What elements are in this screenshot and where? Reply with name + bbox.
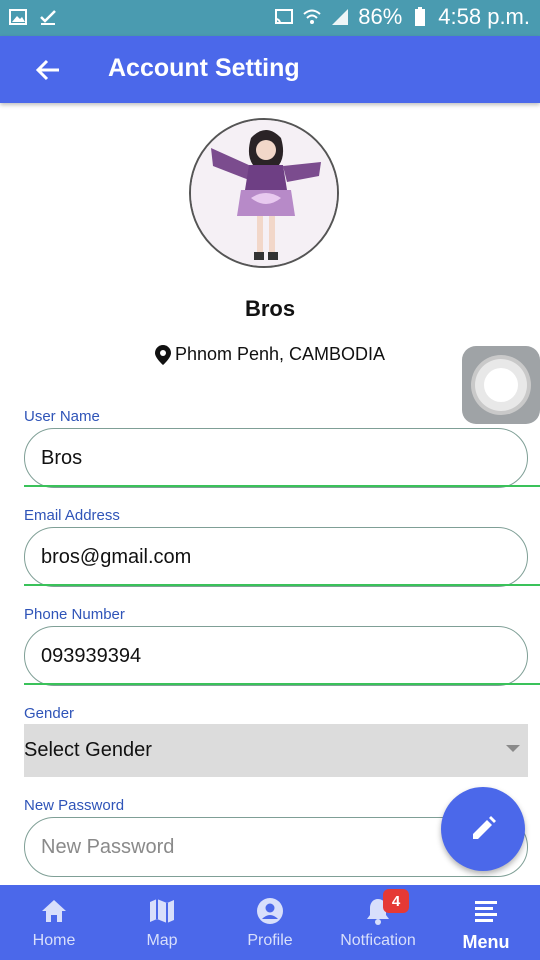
map-pin-icon [154, 344, 171, 365]
profile-name: Bros [244, 296, 296, 321]
username-label: User Name [24, 408, 100, 425]
caret-down-icon [506, 745, 520, 752]
username-underline [24, 485, 540, 487]
username-field[interactable]: Bros [24, 428, 528, 488]
cast-icon [274, 7, 294, 27]
bottom-nav: Home Map Profile 4 Notfication Menu [0, 885, 540, 960]
avatar[interactable] [189, 118, 339, 268]
nav-menu-label: Menu [462, 932, 510, 952]
email-underline [24, 584, 540, 586]
nav-notification-label: Notfication [340, 932, 416, 949]
status-bar: 86% 4:58 p.m. [0, 0, 540, 36]
phone-underline [24, 683, 540, 685]
edit-fab-button[interactable] [441, 787, 525, 871]
nav-notification[interactable]: 4 Notfication [324, 885, 432, 960]
email-label: Email Address [24, 507, 120, 524]
assistive-touch-icon [475, 359, 527, 411]
status-time: 4:58 p.m. [438, 4, 530, 29]
password-label: New Password [24, 797, 125, 814]
nav-profile-label: Profile [247, 932, 293, 949]
email-value: bros@gmail.com [41, 545, 192, 568]
phone-value: 093939394 [41, 644, 142, 667]
map-icon [146, 895, 178, 927]
profile-icon [254, 895, 286, 927]
profile-photo [191, 120, 337, 266]
app-bar: Account Setting [0, 36, 540, 103]
pencil-icon [473, 816, 496, 839]
nav-home[interactable]: Home [0, 885, 108, 960]
menu-icon [470, 895, 502, 927]
password-placeholder: New Password [41, 835, 175, 858]
battery-icon [410, 7, 430, 27]
gender-selected: Select Gender [24, 739, 152, 761]
nav-menu[interactable]: Menu [432, 885, 540, 960]
gender-label: Gender [24, 705, 75, 722]
location-text: Phnom Penh, CAMBODIA [174, 344, 386, 364]
nav-map[interactable]: Map [108, 885, 216, 960]
gender-select[interactable]: Select Gender [24, 724, 528, 777]
wifi-icon [302, 7, 322, 27]
notification-badge: 4 [383, 889, 409, 913]
arrow-left-icon [35, 59, 59, 81]
phone-field[interactable]: 093939394 [24, 626, 528, 686]
back-button[interactable] [30, 52, 66, 88]
home-icon [38, 895, 70, 927]
page-title: Account Setting [108, 54, 300, 82]
nav-home-label: Home [32, 932, 76, 949]
username-value: Bros [41, 446, 83, 469]
nav-map-label: Map [146, 932, 178, 949]
gallery-icon [8, 7, 28, 27]
battery-percent: 86% [358, 4, 403, 29]
check-icon [38, 7, 58, 27]
phone-label: Phone Number [24, 606, 125, 623]
profile-location: Phnom Penh, CAMBODIA [0, 344, 540, 365]
assistive-touch-button[interactable] [462, 346, 540, 424]
signal-icon [330, 7, 350, 27]
nav-profile[interactable]: Profile [216, 885, 324, 960]
email-field[interactable]: bros@gmail.com [24, 527, 528, 587]
